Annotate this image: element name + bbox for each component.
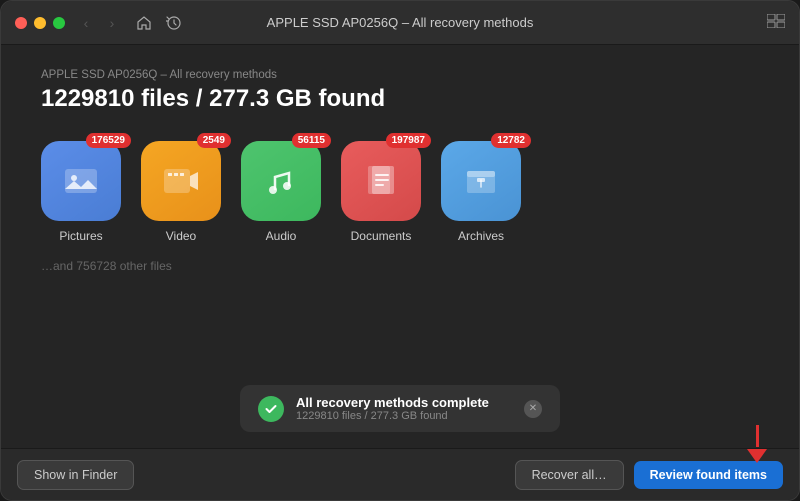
minimize-button[interactable] [34,17,46,29]
audio-label: Audio [266,229,297,243]
grid-view-icon[interactable] [767,14,785,31]
category-card-documents[interactable]: 197987 Documents [341,141,421,243]
archives-badge: 12782 [491,133,531,148]
bottom-bar: Show in Finder Recover all… Review found… [1,448,799,500]
category-card-video[interactable]: 2549 Video [141,141,221,243]
video-icon-bg: 2549 [141,141,221,221]
home-icon[interactable] [133,12,155,34]
window-title: APPLE SSD AP0256Q – All recovery methods [267,15,534,30]
titlebar-icons [133,12,185,34]
audio-badge: 56115 [292,133,331,148]
pictures-label: Pictures [59,229,102,243]
status-text: All recovery methods complete 1229810 fi… [296,395,512,422]
category-card-archives[interactable]: 12782 Archives [441,141,521,243]
maximize-button[interactable] [53,17,65,29]
status-check-icon [258,396,284,422]
titlebar-right [767,14,785,31]
app-window: ‹ › APPLE SSD AP0256Q – All recovery met… [0,0,800,501]
category-card-pictures[interactable]: 176529 Pictures [41,141,121,243]
pictures-badge: 176529 [86,133,131,148]
forward-button[interactable]: › [101,12,123,34]
bottom-right-buttons: Recover all… Review found items [515,460,783,490]
traffic-lights [15,17,65,29]
show-in-finder-button[interactable]: Show in Finder [17,460,134,490]
other-files-text: …and 756728 other files [41,259,759,273]
category-grid: 176529 Pictures 2549 Video [41,141,759,243]
close-button[interactable] [15,17,27,29]
back-button[interactable]: ‹ [75,12,97,34]
recovery-status-bar: All recovery methods complete 1229810 fi… [41,385,759,432]
audio-icon-bg: 56115 [241,141,321,221]
arrow-head [747,449,767,463]
status-title: All recovery methods complete [296,395,512,410]
history-icon[interactable] [163,12,185,34]
category-card-audio[interactable]: 56115 Audio [241,141,321,243]
arrow-indicator [747,425,767,463]
arrow-shaft [756,425,759,447]
review-found-items-button[interactable]: Review found items [634,461,783,489]
page-title: 1229810 files / 277.3 GB found [41,85,759,113]
titlebar: ‹ › APPLE SSD AP0256Q – All recovery met… [1,1,799,45]
archives-label: Archives [458,229,504,243]
archives-icon-bg: 12782 [441,141,521,221]
video-badge: 2549 [197,133,231,148]
recover-all-button[interactable]: Recover all… [515,460,624,490]
documents-badge: 197987 [386,133,431,148]
documents-label: Documents [351,229,412,243]
pictures-icon-bg: 176529 [41,141,121,221]
status-pill: All recovery methods complete 1229810 fi… [240,385,560,432]
documents-icon-bg: 197987 [341,141,421,221]
breadcrumb: APPLE SSD AP0256Q – All recovery methods [41,69,759,81]
review-button-wrapper: Review found items [634,461,783,489]
video-label: Video [166,229,196,243]
status-subtitle: 1229810 files / 277.3 GB found [296,410,512,422]
main-content: APPLE SSD AP0256Q – All recovery methods… [1,45,799,448]
nav-buttons: ‹ › [75,12,123,34]
status-close-button[interactable]: ✕ [524,400,542,418]
